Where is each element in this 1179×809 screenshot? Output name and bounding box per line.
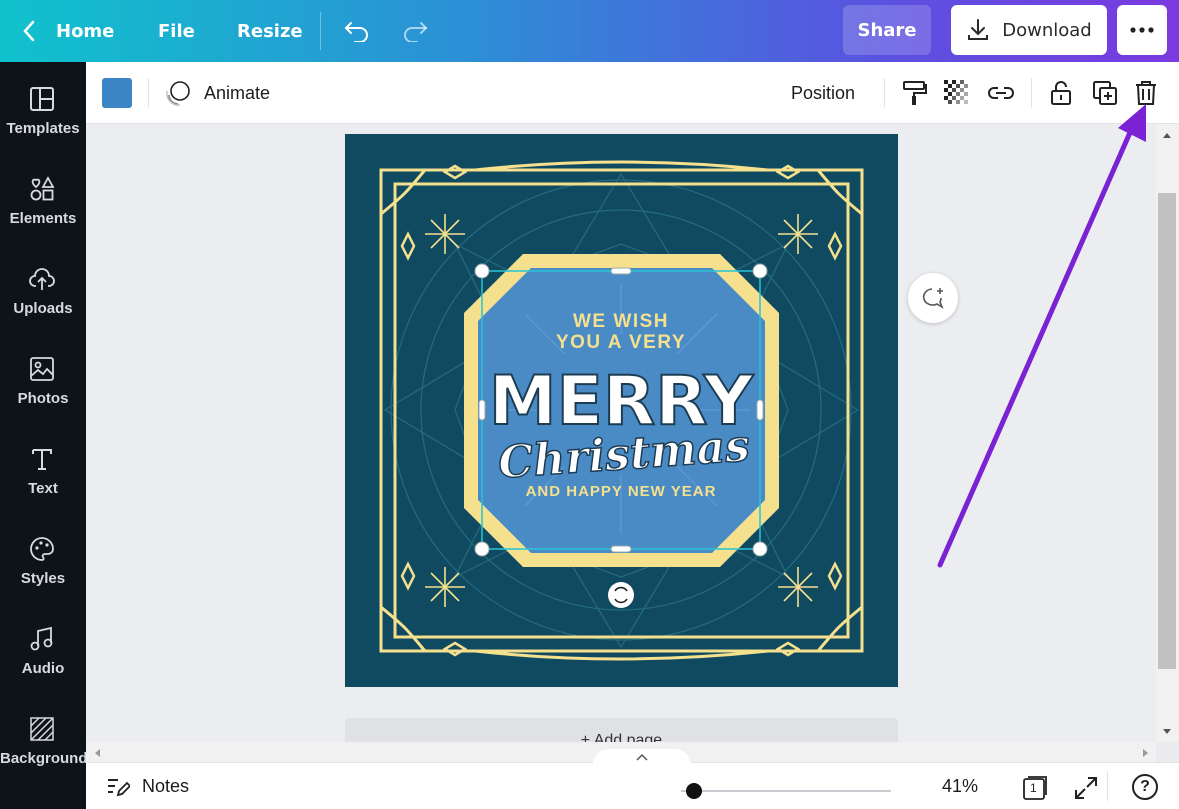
link-icon [988, 87, 1014, 99]
notes-label: Notes [142, 776, 190, 796]
notes-pencil-icon [108, 778, 130, 796]
transparency-button[interactable] [943, 79, 971, 107]
sidebar-item-background[interactable]: Background [0, 716, 88, 796]
sidebar-item-label: Templates [6, 120, 80, 137]
sidebar-item-label: Background [0, 750, 88, 767]
sidebar-item-label: Uploads [13, 300, 73, 317]
help-button[interactable]: ? [1132, 774, 1158, 800]
duplicate-icon [1093, 81, 1117, 105]
sidebar-item-label: Elements [9, 210, 77, 227]
toolbar-divider [148, 78, 149, 108]
share-button[interactable]: Share [843, 5, 931, 55]
delete-button[interactable] [1132, 79, 1160, 107]
position-button[interactable]: Position [791, 62, 855, 124]
fullscreen-button[interactable] [1074, 776, 1098, 804]
topbar-divider [320, 12, 321, 50]
greeting-line-1: WE WISH [573, 311, 669, 332]
background-pattern-icon [30, 717, 54, 741]
toolbar-divider [884, 78, 885, 108]
paint-roller-icon [903, 81, 927, 105]
greeting-line-2: YOU A VERY [556, 332, 686, 353]
music-note-icon [30, 626, 53, 651]
expand-pages-toggle[interactable] [593, 749, 691, 765]
bottom-bar: Notes 41% 1 ? [86, 749, 1179, 809]
toolbar-divider [1031, 78, 1032, 108]
add-page-button[interactable]: + Add page [345, 718, 898, 742]
editor-toolbar: Animate Position [86, 62, 1179, 124]
canvas-area: WE WISH YOU A VERY MERRY Christmas AND H… [86, 124, 1156, 742]
undo-button[interactable] [343, 0, 371, 62]
expand-arrows-icon [1075, 777, 1097, 799]
sidebar: Templates Elements Uploads Photos Text S… [0, 62, 88, 809]
greeting-line-5: AND HAPPY NEW YEAR [526, 483, 717, 500]
lock-button[interactable] [1047, 79, 1075, 107]
text-icon [32, 449, 52, 470]
color-swatch[interactable] [102, 78, 132, 108]
animate-icon [166, 81, 190, 106]
redo-button[interactable] [401, 0, 429, 62]
sidebar-item-styles[interactable]: Styles [0, 536, 86, 616]
elements-icon [30, 176, 55, 201]
transparency-checker-icon [944, 80, 968, 104]
bottombar-divider [1107, 771, 1108, 801]
sidebar-item-elements[interactable]: Elements [0, 176, 86, 256]
file-menu[interactable]: File [158, 0, 195, 62]
copy-style-button[interactable] [901, 79, 929, 107]
sidebar-item-text[interactable]: Text [0, 446, 86, 526]
zoom-slider-knob[interactable] [686, 783, 702, 799]
scroll-right-icon[interactable] [1141, 747, 1151, 759]
undo-icon [344, 22, 368, 42]
palette-icon [30, 537, 54, 561]
top-bar: Home File Resize Share Download [0, 0, 1179, 62]
sidebar-item-label: Styles [20, 570, 66, 587]
link-button[interactable] [987, 79, 1015, 107]
sidebar-item-label: Photos [17, 390, 69, 407]
scroll-up-icon[interactable] [1161, 130, 1173, 140]
sidebar-item-uploads[interactable]: Uploads [0, 266, 86, 346]
animate-button[interactable]: Animate [164, 62, 270, 124]
download-button[interactable]: Download [951, 5, 1107, 55]
download-icon [968, 19, 989, 40]
download-label: Download [1002, 19, 1092, 41]
sidebar-item-label: Text [28, 480, 58, 497]
more-options-button[interactable] [1117, 5, 1167, 55]
home-label: Home [56, 20, 115, 42]
templates-icon [30, 87, 54, 111]
page-count-button[interactable]: 1 [1022, 775, 1048, 801]
sidebar-item-templates[interactable]: Templates [0, 86, 86, 166]
duplicate-button[interactable] [1091, 79, 1119, 107]
zoom-level[interactable]: 41% [942, 763, 978, 809]
chevron-up-icon [636, 753, 648, 761]
resize-menu[interactable]: Resize [237, 0, 303, 62]
scroll-left-icon[interactable] [92, 747, 102, 759]
unlock-icon [1051, 81, 1071, 105]
animate-label: Animate [204, 82, 271, 103]
home-back-button[interactable]: Home [22, 0, 114, 62]
add-comment-button[interactable] [908, 273, 958, 323]
more-dots-icon [1130, 27, 1154, 33]
trash-icon [1136, 81, 1156, 105]
redo-icon [404, 22, 428, 42]
sidebar-item-label: Audio [21, 660, 65, 677]
scroll-down-icon[interactable] [1161, 727, 1173, 737]
zoom-slider-track[interactable] [681, 790, 891, 792]
uploads-icon [29, 268, 55, 290]
sidebar-item-audio[interactable]: Audio [0, 626, 86, 706]
notes-button[interactable]: Notes [106, 763, 189, 809]
chevron-left-icon [23, 20, 35, 42]
rotate-handle[interactable] [608, 582, 634, 608]
page-count: 1 [1030, 781, 1037, 795]
sidebar-item-photos[interactable]: Photos [0, 356, 86, 436]
comment-plus-icon [922, 288, 944, 309]
card-artwork: WE WISH YOU A VERY MERRY Christmas AND H… [379, 160, 864, 661]
christmas-card-design[interactable]: WE WISH YOU A VERY MERRY Christmas AND H… [345, 134, 898, 687]
vertical-scroll-thumb[interactable] [1158, 193, 1176, 669]
photos-icon [30, 357, 54, 381]
